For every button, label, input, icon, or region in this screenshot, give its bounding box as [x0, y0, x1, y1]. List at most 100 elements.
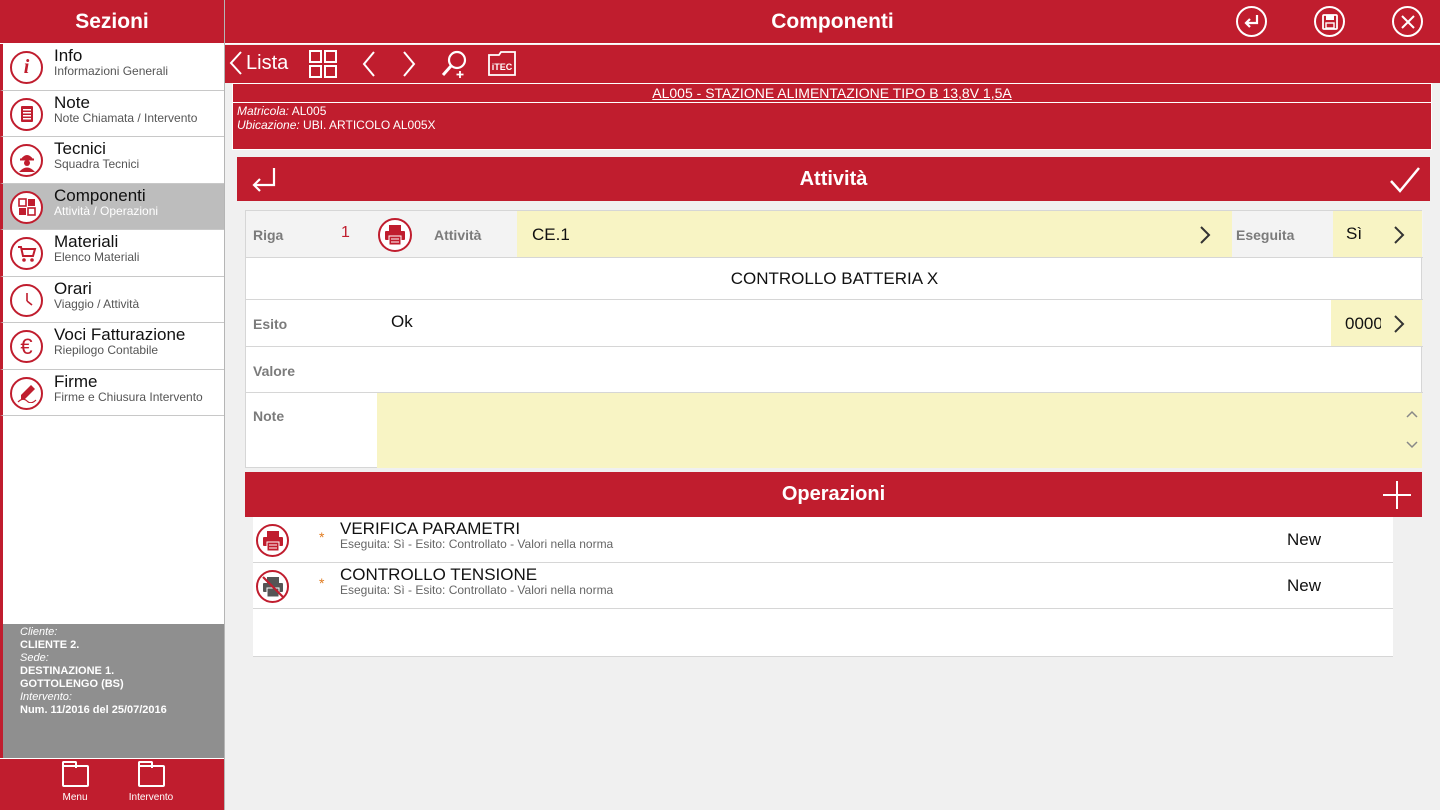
return-icon: [1243, 14, 1258, 28]
sidebar-title: Sezioni: [0, 0, 224, 44]
sidebar-item-title: Componenti: [54, 185, 146, 205]
sidebar-item-title: Info: [54, 46, 83, 65]
list-item[interactable]: * CONTROLLO TENSIONE Eseguita: Sì - Esit…: [253, 563, 1393, 609]
previous-button[interactable]: [361, 50, 377, 83]
modified-marker: *: [319, 575, 325, 591]
eseguita-field[interactable]: Sì: [1333, 211, 1422, 257]
sidebar-item-fatturazione[interactable]: € Voci Fatturazione Riepilogo Contabile: [0, 323, 224, 370]
valore-label: Valore: [253, 363, 296, 379]
grid-icon: [309, 50, 337, 78]
attivita-field[interactable]: CE.1: [517, 211, 1232, 257]
return-button[interactable]: [1236, 6, 1267, 37]
sidebar-spacer: [0, 416, 224, 624]
list-item[interactable]: * VERIFICA PARAMETRI Eseguita: Sì - Esit…: [253, 517, 1393, 563]
sidebar: Sezioni i Info Informazioni Generali Not…: [0, 0, 225, 810]
eseguita-label: Eseguita: [1236, 227, 1295, 243]
next-button[interactable]: [401, 50, 417, 83]
attivita-title: Attività: [799, 168, 868, 190]
sidebar-item-title: Note: [54, 92, 90, 112]
riga-row: Riga 1 Attività CE.1 Eseguita Sì: [246, 211, 1423, 258]
euro-icon: €: [10, 330, 43, 363]
sidebar-item-info[interactable]: i Info Informazioni Generali: [0, 44, 224, 91]
client-label: Cliente:: [20, 626, 58, 638]
sidebar-item-subtitle: Attività / Operazioni: [54, 203, 159, 218]
note-row: Note: [246, 393, 1423, 468]
search-button[interactable]: [440, 50, 470, 83]
intervento-button[interactable]: Intervento: [121, 761, 181, 803]
esito-label: Esito: [253, 316, 288, 332]
svg-text:iTEC: iTEC: [492, 62, 513, 72]
printer-icon: [385, 225, 405, 245]
chevron-right-icon: [1394, 226, 1405, 244]
eseguita-value: Sì: [1346, 224, 1363, 243]
operation-status: New: [1287, 530, 1322, 549]
esito-code: 0000: [1345, 314, 1381, 333]
save-button[interactable]: [1314, 6, 1345, 37]
operation-name: VERIFICA PARAMETRI: [340, 519, 521, 538]
sidebar-item-subtitle: Elenco Materiali: [54, 250, 140, 264]
sidebar-item-title: Materiali: [54, 232, 119, 251]
attivita-value: CE.1: [532, 225, 570, 244]
sidebar-item-componenti[interactable]: Componenti Attività / Operazioni: [0, 183, 224, 230]
printer-disabled-icon[interactable]: [256, 570, 289, 603]
ubicazione-label: Ubicazione:: [237, 118, 300, 132]
app-window: Sezioni i Info Informazioni Generali Not…: [0, 0, 1440, 810]
search-plus-icon: [441, 50, 467, 78]
return-icon: [252, 168, 276, 192]
sidebar-item-subtitle: Note Chiamata / Intervento: [54, 110, 198, 125]
note-textarea[interactable]: [377, 393, 1422, 468]
notes-icon: [10, 97, 43, 131]
back-to-list-button[interactable]: Lista: [229, 50, 288, 76]
back-label: Lista: [246, 51, 289, 74]
esito-code-field[interactable]: 0000: [1331, 300, 1422, 346]
grid-view-button[interactable]: [309, 50, 337, 83]
sidebar-item-subtitle: Riepilogo Contabile: [54, 343, 159, 357]
sidebar-item-materiali[interactable]: Materiali Elenco Materiali: [0, 230, 224, 277]
modified-marker: *: [319, 529, 325, 545]
printer-icon[interactable]: [256, 524, 289, 557]
sidebar-item-tecnici[interactable]: Tecnici Squadra Tecnici: [0, 137, 224, 184]
ubicazione-value: UBI. ARTICOLO AL005X: [303, 118, 436, 132]
chevron-left-icon: [362, 51, 375, 77]
cart-icon: [10, 237, 43, 270]
sidebar-item-title: Tecnici: [54, 139, 106, 158]
clock-icon: [10, 283, 43, 317]
menu-button[interactable]: Menu: [45, 761, 105, 803]
matricola-value: AL005: [291, 104, 327, 118]
attivita-form: Riga 1 Attività CE.1 Eseguita Sì CONTROL…: [245, 210, 1423, 468]
operazioni-header: Operazioni: [245, 472, 1422, 517]
chevron-right-icon: [1394, 315, 1405, 333]
confirm-button[interactable]: [1388, 165, 1422, 195]
operation-description: Eseguita: Sì - Esito: Controllato - Valo…: [340, 583, 614, 597]
sidebar-item-subtitle: Firme e Chiusura Intervento: [54, 389, 203, 404]
sidebar-item-firme[interactable]: Firme Firme e Chiusura Intervento: [0, 369, 224, 416]
riga-label: Riga: [253, 227, 284, 243]
sidebar-item-orari[interactable]: Orari Viaggio / Attività: [0, 276, 224, 323]
scroll-down-icon[interactable]: [1405, 440, 1419, 450]
intervention-label: Intervento:: [20, 691, 72, 703]
component-title: AL005 - STAZIONE ALIMENTAZIONE TIPO B 13…: [233, 84, 1431, 103]
technical-sheet-button[interactable]: iTEC: [488, 50, 516, 81]
operation-description: Eseguita: Sì - Esito: Controllato - Valo…: [340, 537, 614, 551]
add-operation-button[interactable]: [1382, 480, 1412, 510]
print-button[interactable]: [378, 218, 412, 252]
signature-icon: [10, 376, 43, 410]
note-label: Note: [253, 408, 285, 424]
attivita-back-button[interactable]: [249, 166, 279, 194]
operazioni-title: Operazioni: [781, 483, 886, 505]
sidebar-item-title: Voci Fatturazione: [54, 325, 186, 344]
operation-status: New: [1287, 576, 1322, 595]
close-button[interactable]: [1392, 6, 1423, 37]
component-info-panel: AL005 - STAZIONE ALIMENTAZIONE TIPO B 13…: [232, 83, 1432, 150]
folder-icon: [61, 761, 89, 787]
sidebar-item-note[interactable]: Note Note Chiamata / Intervento: [0, 90, 224, 137]
chevron-left-icon: [229, 51, 242, 75]
title-bar: Componenti: [225, 0, 1440, 44]
components-icon: [10, 190, 43, 224]
matricola-line: Matricola: AL005: [233, 104, 1431, 118]
scroll-up-icon[interactable]: [1405, 409, 1419, 419]
esito-value[interactable]: Ok: [391, 312, 413, 332]
info-icon: i: [10, 51, 43, 84]
empty-list-row: [253, 609, 1393, 657]
sidebar-item-title: Orari: [54, 278, 92, 298]
